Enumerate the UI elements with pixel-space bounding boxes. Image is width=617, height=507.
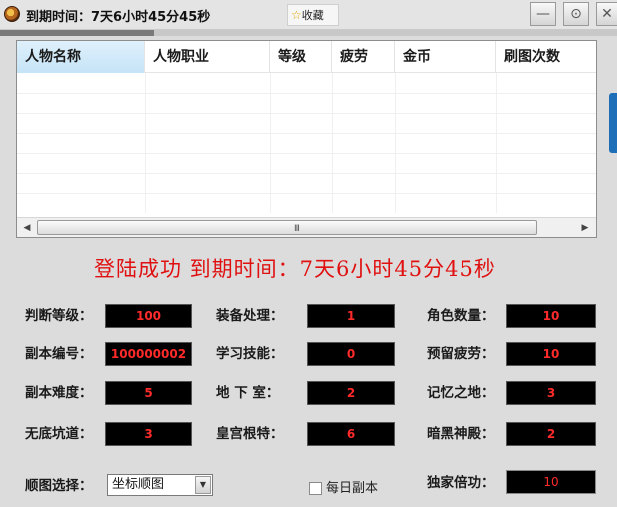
grid-divider <box>17 113 596 114</box>
grid-divider <box>17 133 596 134</box>
title-bar: 到期时间：7天6小时45分45秒 ☆收藏 — ⊙ ✕ <box>0 0 617 30</box>
route-select-label: 顺图选择： <box>25 478 93 494</box>
settings-button[interactable]: ⊙ <box>563 2 589 26</box>
field-value-reserve-fatigue[interactable]: 10 <box>506 342 596 366</box>
column-header-name[interactable]: 人物名称 <box>17 41 145 73</box>
field-value-dungeon-id[interactable]: 100000002 <box>105 342 192 366</box>
field-value-equipment[interactable]: 1 <box>307 304 395 328</box>
field-label-bottomless-pit: 无底坑道： <box>25 426 93 442</box>
field-label-equipment: 装备处理： <box>216 308 284 324</box>
column-header-level[interactable]: 等级 <box>270 41 332 73</box>
scroll-right-icon[interactable]: ▶ <box>577 221 593 235</box>
field-value-memory-land[interactable]: 3 <box>506 381 596 405</box>
grid-divider <box>145 73 146 213</box>
field-label-learn-skills: 学习技能： <box>216 346 284 362</box>
column-header-gold[interactable]: 金币 <box>395 41 496 73</box>
field-label-reserve-fatigue: 预留疲劳： <box>427 346 495 362</box>
grid-divider <box>17 153 596 154</box>
grid-divider <box>270 73 271 213</box>
field-value-bottomless-pit[interactable]: 3 <box>105 422 192 446</box>
grid-divider <box>496 73 497 213</box>
scroll-left-icon[interactable]: ◀ <box>19 221 35 235</box>
field-label-dark-temple: 暗黑神殿： <box>427 426 495 442</box>
grid-divider <box>17 93 596 94</box>
exclusive-multiplier-value[interactable]: 10 <box>506 470 596 494</box>
favorite-button[interactable]: ☆收藏 <box>287 4 339 26</box>
login-status-text: 登陆成功 到期时间：7天6小时45分45秒 <box>94 257 496 281</box>
minimize-button[interactable]: — <box>530 2 556 26</box>
route-select-dropdown[interactable]: 坐标顺图 ▼ <box>107 474 213 496</box>
field-value-learn-skills[interactable]: 0 <box>307 342 395 366</box>
column-header-class[interactable]: 人物职业 <box>145 41 270 73</box>
field-label-level-check: 判断等级： <box>25 308 93 324</box>
field-value-basement[interactable]: 2 <box>307 381 395 405</box>
horizontal-scrollbar[interactable]: ◀ III ▶ <box>17 217 596 237</box>
field-value-character-count[interactable]: 10 <box>506 304 596 328</box>
character-table: 人物名称 人物职业 等级 疲劳 金币 刷图次数 ◀ III ▶ <box>16 40 597 238</box>
grid-divider <box>17 173 596 174</box>
field-label-difficulty: 副本难度： <box>25 385 93 401</box>
field-value-difficulty[interactable]: 5 <box>105 381 192 405</box>
daily-dungeon-checkbox[interactable] <box>309 482 322 495</box>
route-select-value: 坐标顺图 <box>112 477 165 492</box>
field-value-dark-temple[interactable]: 2 <box>506 422 596 446</box>
grid-divider <box>395 73 396 213</box>
field-label-character-count: 角色数量： <box>427 308 495 324</box>
field-label-basement: 地 下 室： <box>216 385 280 401</box>
column-header-fatigue[interactable]: 疲劳 <box>332 41 395 73</box>
field-label-palace-gent: 皇宫根特： <box>216 426 284 442</box>
field-label-dungeon-id: 副本编号： <box>25 346 93 362</box>
grid-divider <box>17 193 596 194</box>
column-header-runs[interactable]: 刷图次数 <box>496 41 596 73</box>
grip-icon: III <box>294 224 300 234</box>
top-progress-fill <box>0 30 155 36</box>
chevron-down-icon[interactable]: ▼ <box>195 476 211 494</box>
daily-dungeon-label: 每日副本 <box>326 481 379 496</box>
scrollbar-thumb[interactable]: III <box>37 220 537 235</box>
favorite-label: 收藏 <box>301 9 324 22</box>
table-header: 人物名称 人物职业 等级 疲劳 金币 刷图次数 <box>17 41 596 73</box>
top-progress-strip <box>0 30 617 36</box>
exclusive-multiplier-label: 独家倍功： <box>427 475 495 491</box>
field-value-palace-gent[interactable]: 6 <box>307 422 395 446</box>
star-icon: ☆ <box>291 8 302 22</box>
close-button[interactable]: ✕ <box>596 2 617 26</box>
window-title: 到期时间：7天6小时45分45秒 <box>26 10 211 25</box>
grid-divider <box>332 73 333 213</box>
side-scroll-indicator[interactable] <box>609 93 617 153</box>
field-value-level-check[interactable]: 100 <box>105 304 192 328</box>
app-logo-icon <box>4 6 20 22</box>
field-label-memory-land: 记忆之地： <box>427 385 495 401</box>
